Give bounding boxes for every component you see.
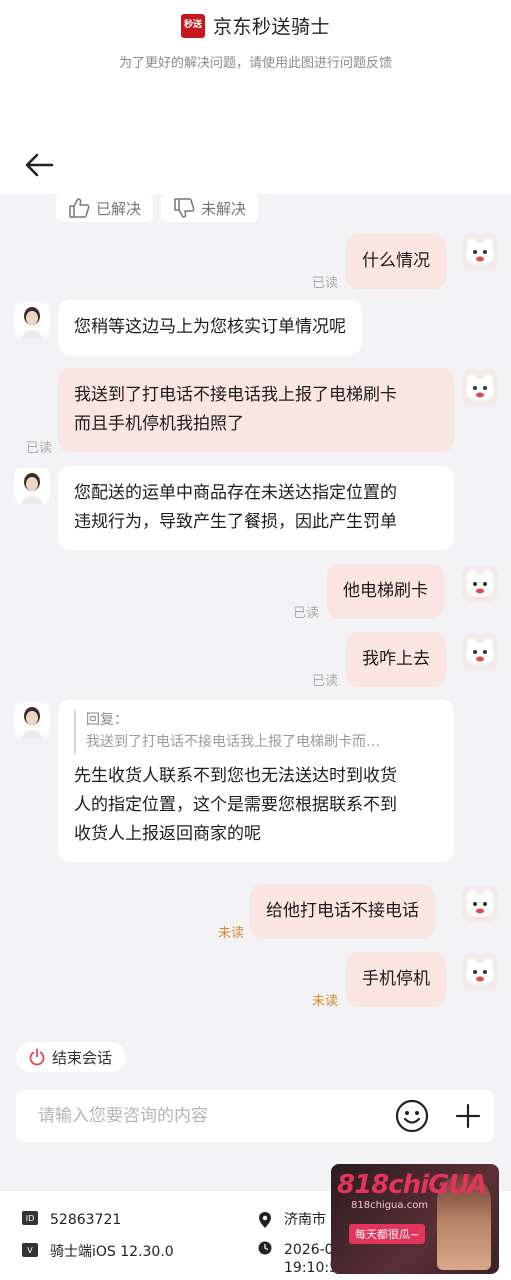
message-input-bar (16, 1090, 494, 1142)
unread-status: 未读 (218, 926, 245, 941)
message-line: 您配送的运单中商品存在未送达指定位置的 (74, 483, 397, 503)
rider-avatar-icon (466, 374, 494, 401)
rider-avatar (462, 566, 498, 602)
thumb-down-icon (174, 198, 195, 218)
thumb-up-icon (69, 198, 90, 218)
message-line: 我送到了打电话不接电话我上报了电梯刷卡 (74, 385, 397, 405)
message-text: 给他打电话不接电话 (266, 901, 419, 921)
incoming-message: 回复： 我送到了打电话不接电话我上报了电梯刷卡而… 先生收货人联系不到您也无法送… (58, 700, 454, 862)
resolved-label: 已解决 (96, 199, 142, 218)
message-text: 我咋上去 (362, 649, 430, 669)
message-line: 收货人上报返回商家的呢 (74, 824, 261, 844)
watermark-tagline: 每天都很瓜~ (349, 1224, 426, 1244)
unresolved-button[interactable]: 未解决 (161, 194, 259, 222)
read-status: 已读 (26, 441, 53, 456)
plus-icon (455, 1103, 481, 1129)
outgoing-message: 什么情况 (346, 234, 446, 289)
rider-avatar (462, 370, 498, 406)
emoji-button[interactable] (394, 1098, 430, 1134)
version-icon-label: V (27, 1245, 33, 1255)
agent-avatar (14, 302, 50, 338)
more-button[interactable] (450, 1098, 486, 1134)
brand-logo: 秒送 (180, 13, 205, 38)
app-version-value: 骑士端iOS 12.30.0 (50, 1244, 174, 1260)
rider-avatar-icon (466, 238, 494, 265)
watermark-title: 818chiGUA (337, 1170, 488, 1200)
location-pin-icon (259, 1212, 271, 1228)
incoming-message: 您稍等这边马上为您核实订单情况呢 (58, 300, 362, 355)
location: 济南市 (258, 1211, 326, 1229)
message-line: 先生收货人联系不到您也无法送达时到收货 (74, 766, 397, 786)
read-status: 已读 (312, 674, 339, 689)
top-bar (0, 138, 511, 194)
message-text: 什么情况 (362, 251, 430, 271)
reply-quote[interactable]: 回复： 我送到了打电话不接电话我上报了电梯刷卡而… (74, 710, 438, 754)
feedback-row: 已解决 未解决 (56, 194, 259, 222)
arrow-left-icon (25, 153, 54, 177)
smiley-icon (395, 1099, 429, 1133)
rider-avatar-icon (466, 638, 494, 665)
agent-avatar (14, 702, 50, 738)
watermark-site: 818chigua.com (351, 1200, 429, 1211)
unread-status: 未读 (312, 994, 339, 1009)
message-line: 人的指定位置，这个是需要您根据联系不到 (74, 795, 397, 815)
rider-avatar (462, 954, 498, 990)
agent-avatar-icon (22, 473, 42, 504)
message-input[interactable] (38, 1104, 378, 1128)
rider-id-value: 52863721 (50, 1212, 122, 1228)
back-button[interactable] (22, 150, 56, 180)
message-line: 而且手机停机我拍照了 (74, 414, 244, 434)
city-value: 济南市 (284, 1212, 326, 1228)
brand-title: 京东秒送骑士 (212, 16, 330, 38)
message-text: 您稍等这边马上为您核实订单情况呢 (74, 317, 346, 337)
end-session-button[interactable]: 结束会话 (16, 1042, 127, 1072)
clock-icon (258, 1241, 272, 1255)
chat-area[interactable]: 已解决 未解决 什么情况 已读 您稍等这边马上为您核实订单情况呢 我送到了打电话… (0, 194, 511, 1190)
message-text: 手机停机 (362, 969, 430, 989)
app-version: V 骑士端iOS 12.30.0 (22, 1243, 174, 1261)
agent-avatar (14, 468, 50, 504)
version-icon: V (22, 1243, 38, 1257)
resolved-button[interactable]: 已解决 (56, 194, 154, 222)
message-text: 他电梯刷卡 (343, 581, 428, 601)
rider-id: ID 52863721 (22, 1211, 121, 1229)
incoming-message: 您配送的运单中商品存在未送达指定位置的 违规行为，导致产生了餐损，因此产生罚单 (58, 466, 454, 550)
unresolved-label: 未解决 (201, 199, 247, 218)
rider-avatar-icon (466, 570, 494, 597)
power-icon (29, 1048, 45, 1066)
watermark-overlay: 818chiGUA 818chigua.com 每天都很瓜~ (331, 1164, 499, 1274)
message-line: 违规行为，导致产生了餐损，因此产生罚单 (74, 512, 397, 532)
reply-label: 回复： (86, 712, 128, 728)
outgoing-message: 他电梯刷卡 (327, 564, 444, 619)
rider-avatar (462, 634, 498, 670)
reply-text: 我送到了打电话不接电话我上报了电梯刷卡而… (86, 734, 380, 750)
outgoing-message: 手机停机 (346, 952, 446, 1007)
rider-avatar (462, 234, 498, 270)
outgoing-message: 给他打电话不接电话 (250, 884, 435, 939)
read-status: 已读 (293, 606, 320, 621)
outgoing-message: 我送到了打电话不接电话我上报了电梯刷卡 而且手机停机我拍照了 (58, 368, 454, 452)
agent-avatar-icon (22, 307, 42, 338)
read-status: 已读 (312, 276, 339, 291)
rider-avatar (462, 886, 498, 922)
agent-avatar-icon (22, 707, 42, 738)
rider-avatar-icon (466, 958, 494, 985)
end-session-label: 结束会话 (52, 1048, 113, 1067)
brand: 秒送 京东秒送骑士 (0, 12, 511, 39)
rider-avatar-icon (466, 890, 494, 917)
header: 秒送 京东秒送骑士 为了更好的解决问题，请使用此图进行问题反馈 (0, 0, 511, 88)
outgoing-message: 我咋上去 (346, 632, 446, 687)
feedback-subtitle: 为了更好的解决问题，请使用此图进行问题反馈 (118, 56, 392, 71)
id-icon-label: ID (25, 1213, 35, 1223)
id-icon: ID (22, 1211, 38, 1225)
